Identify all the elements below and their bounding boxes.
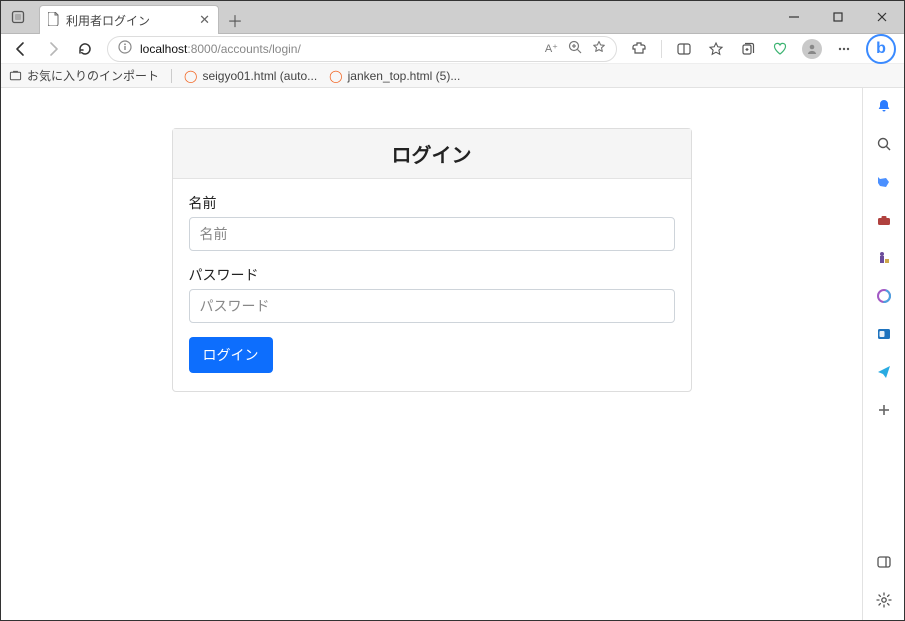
import-favorites-label: お気に入りのインポート bbox=[27, 67, 159, 84]
swirl-icon: ◯ bbox=[184, 69, 197, 83]
login-submit-button[interactable]: ログイン bbox=[189, 337, 273, 373]
window-minimize-button[interactable] bbox=[772, 1, 816, 33]
name-label: 名前 bbox=[189, 193, 675, 213]
extensions-icon[interactable] bbox=[625, 36, 653, 62]
close-tab-button[interactable]: ✕ bbox=[199, 12, 210, 28]
collections-icon[interactable] bbox=[734, 36, 762, 62]
window-controls bbox=[772, 1, 904, 33]
split-screen-icon[interactable] bbox=[670, 36, 698, 62]
favorites-icon[interactable] bbox=[702, 36, 730, 62]
password-label: パスワード bbox=[189, 265, 675, 285]
favorite-star-icon[interactable] bbox=[592, 40, 606, 57]
toolbar-separator bbox=[661, 40, 662, 58]
sidebar-tools-icon[interactable] bbox=[872, 208, 896, 232]
page-icon bbox=[48, 12, 60, 29]
nav-refresh-button[interactable] bbox=[71, 36, 99, 62]
health-icon[interactable] bbox=[766, 36, 794, 62]
zoom-icon[interactable] bbox=[568, 40, 582, 57]
bookmark-item-1[interactable]: ◯ seigyo01.html (auto... bbox=[184, 69, 317, 83]
bookmark-separator bbox=[171, 69, 172, 83]
more-menu-button[interactable] bbox=[830, 36, 858, 62]
bookmark-bar: お気に入りのインポート ◯ seigyo01.html (auto... ◯ j… bbox=[1, 64, 904, 88]
tab-actions-button[interactable] bbox=[1, 1, 35, 33]
page-viewport: ログイン 名前 パスワード ログイン bbox=[1, 88, 862, 620]
sidebar-bell-icon[interactable] bbox=[872, 94, 896, 118]
site-info-icon[interactable] bbox=[118, 40, 132, 57]
sidebar-panel-icon[interactable] bbox=[872, 550, 896, 574]
sidebar-add-icon[interactable] bbox=[872, 398, 896, 422]
browser-tab[interactable]: 利用者ログイン ✕ bbox=[39, 5, 219, 34]
window-titlebar: 利用者ログイン ✕ ＋ bbox=[1, 1, 904, 34]
tab-title: 利用者ログイン bbox=[66, 12, 193, 29]
bing-chat-button[interactable]: b bbox=[866, 34, 896, 64]
sidebar-outlook-icon[interactable] bbox=[872, 322, 896, 346]
bookmark-item-2[interactable]: ◯ janken_top.html (5)... bbox=[329, 69, 460, 83]
sidebar-search-icon[interactable] bbox=[872, 132, 896, 156]
login-card-body: 名前 パスワード ログイン bbox=[173, 179, 691, 391]
profile-button[interactable] bbox=[798, 36, 826, 62]
content-shell: ログイン 名前 パスワード ログイン bbox=[1, 88, 904, 620]
swirl-icon: ◯ bbox=[329, 69, 342, 83]
sidebar-games-icon[interactable] bbox=[872, 246, 896, 270]
nav-back-button[interactable] bbox=[7, 36, 35, 62]
read-aloud-icon[interactable]: A⁺ bbox=[545, 42, 558, 55]
browser-toolbar: localhost:8000/accounts/login/ A⁺ bbox=[1, 34, 904, 64]
sidebar-office-icon[interactable] bbox=[872, 284, 896, 308]
new-tab-button[interactable]: ＋ bbox=[219, 6, 251, 33]
sidebar-settings-icon[interactable] bbox=[872, 588, 896, 612]
edge-sidebar bbox=[862, 88, 904, 620]
name-input[interactable] bbox=[189, 217, 675, 251]
address-bar[interactable]: localhost:8000/accounts/login/ A⁺ bbox=[107, 36, 617, 62]
password-input[interactable] bbox=[189, 289, 675, 323]
login-card-header: ログイン bbox=[173, 129, 691, 179]
import-favorites-button[interactable]: お気に入りのインポート bbox=[9, 67, 159, 84]
toolbar-right: b bbox=[625, 34, 898, 64]
window-maximize-button[interactable] bbox=[816, 1, 860, 33]
nav-forward-button[interactable] bbox=[39, 36, 67, 62]
sidebar-shopping-icon[interactable] bbox=[872, 170, 896, 194]
sidebar-send-icon[interactable] bbox=[872, 360, 896, 384]
window-close-button[interactable] bbox=[860, 1, 904, 33]
login-card: ログイン 名前 パスワード ログイン bbox=[172, 128, 692, 392]
bookmark-label: seigyo01.html (auto... bbox=[202, 69, 317, 83]
url-text: localhost:8000/accounts/login/ bbox=[140, 42, 301, 56]
bookmark-label: janken_top.html (5)... bbox=[348, 69, 461, 83]
